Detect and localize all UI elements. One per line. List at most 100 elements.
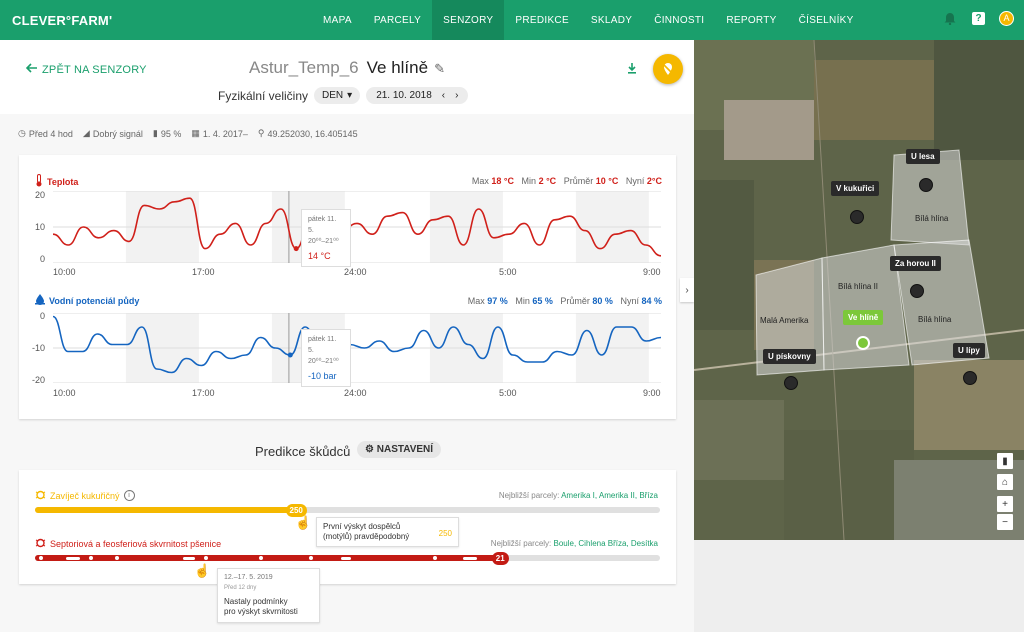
caret-down-icon: ▾	[347, 90, 353, 101]
water-xtick: 5:00	[499, 388, 517, 398]
sensor-panel: ZPĚT NA SENZORY Astur_Temp_6 Ve hlíně ✎ Fy…	[0, 40, 694, 632]
temp-ytick: 10	[34, 222, 45, 232]
date-picker[interactable]: 21. 10. 2018 ‹ ›	[366, 87, 469, 104]
map[interactable]: Bílá hlína Bílá hlína II Bílá hlína Malá…	[694, 40, 1024, 540]
nearest-fields-link[interactable]: Amerika I, Amerika II, Bříza	[561, 491, 658, 500]
temperature-hover-point[interactable]	[293, 246, 299, 252]
download-icon[interactable]	[627, 63, 637, 77]
nearest-fields-link[interactable]: Boule, Cihlena Bříza, Desítka	[554, 539, 659, 548]
timeline-dot[interactable]	[115, 556, 119, 560]
temp-xtick: 17:00	[192, 267, 215, 277]
signal: ◢ Dobrý signál	[82, 128, 143, 139]
timeline-dot[interactable]	[204, 556, 208, 560]
nav-ciselniky[interactable]: ČÍSELNÍKY	[788, 0, 865, 40]
field-label[interactable]: Bílá hlína II	[838, 282, 878, 291]
sensor-marker[interactable]	[910, 284, 924, 298]
pest-title: Septoriová a feosferiová skvrnitost pšen…	[35, 537, 221, 550]
nav-predikce[interactable]: PREDIKCE	[504, 0, 580, 40]
signal-icon: ◢	[82, 128, 90, 138]
top-bar: CLEVER°FARM' MAPA PARCELY SENZORY PREDIK…	[0, 0, 1024, 40]
period-select[interactable]: DEN ▾	[314, 87, 361, 104]
nearest-fields: Nejbližší parcely: Boule, Cihlena Bříza,…	[490, 539, 659, 548]
cursor-hand-icon: ☝	[194, 563, 211, 578]
sensor-marker[interactable]	[850, 210, 864, 224]
nav-mapa[interactable]: MAPA	[312, 0, 363, 40]
water-stats: Max 97 % Min 65 % Průměr 80 % Nyní 84 %	[467, 296, 662, 306]
sensor-marker[interactable]	[919, 178, 933, 192]
logo[interactable]: CLEVER°FARM'	[12, 13, 302, 28]
marker-label[interactable]: V kukuřici	[831, 181, 880, 196]
nav-senzory[interactable]: SENZORY	[432, 0, 505, 40]
bell-icon[interactable]	[942, 10, 958, 26]
nav-parcely[interactable]: PARCELY	[363, 0, 432, 40]
pest-progress-badge[interactable]: 21	[491, 552, 509, 565]
help-icon[interactable]: ?	[972, 11, 985, 25]
prediction-card: Zavíječ kukuřičný i Nejbližší parcely: A…	[19, 470, 676, 623]
timeline-dash[interactable]	[341, 556, 351, 560]
timeline-dot[interactable]	[89, 556, 93, 560]
marker-label-active[interactable]: Ve hlíně	[843, 310, 884, 325]
pest-progress-fill	[35, 507, 298, 513]
home-icon[interactable]: ⌂	[997, 474, 1013, 490]
sensor-marker-active[interactable]	[856, 336, 870, 350]
temp-xtick: 9:00	[643, 267, 661, 277]
pencil-icon[interactable]: ✎	[434, 61, 445, 77]
nearest-fields: Nejbližší parcely: Amerika I, Amerika II…	[498, 491, 658, 500]
water-ytick: -10	[31, 343, 45, 353]
sensor-info-row: ◷ Před 4 hod ◢ Dobrý signál ▮ 95 % ▦ 1. 4. 2…	[18, 128, 358, 139]
temp-xtick: 5:00	[499, 267, 517, 277]
timeline-dash[interactable]	[66, 556, 80, 560]
water-drop-icon	[35, 294, 45, 307]
field-label[interactable]: Bílá hlína	[918, 315, 951, 324]
zoom-in-button[interactable]: +	[997, 496, 1013, 512]
marker-label[interactable]: U lesa	[906, 149, 940, 164]
zoom-out-button[interactable]: −	[997, 514, 1013, 530]
back-link[interactable]: ZPĚT NA SENZORY	[25, 63, 147, 76]
water-potential-chart[interactable]	[53, 313, 661, 383]
temperature-chart[interactable]	[53, 191, 661, 263]
temp-chart-title: Teplota	[35, 174, 78, 189]
temp-ytick: 20	[34, 190, 45, 200]
sensor-marker[interactable]	[963, 371, 977, 385]
marker-label[interactable]: U pískovny	[763, 349, 816, 364]
last-seen: ◷ Před 4 hod	[18, 128, 73, 139]
settings-button[interactable]: ⚙ NASTAVENÍ	[357, 441, 442, 458]
timeline-dash[interactable]	[183, 556, 195, 560]
timeline-dot[interactable]	[39, 556, 43, 560]
map-footer-area	[694, 540, 1024, 632]
temp-stats: Max 18 °C Min 2 °C Průměr 10 °C Nyní 2°C	[471, 176, 662, 186]
period-value: DEN	[322, 90, 344, 101]
timeline-dot[interactable]	[309, 556, 313, 560]
charts-card: Teplota Max 18 °C Min 2 °C Průměr 10 °C …	[19, 155, 676, 419]
collapse-panel-button[interactable]: ›	[680, 278, 694, 302]
water-hover-point[interactable]	[287, 352, 293, 358]
timeline-dot[interactable]	[259, 556, 263, 560]
since: ▦ 1. 4. 2017–	[191, 128, 248, 139]
marker-label[interactable]: U lípy	[953, 343, 985, 358]
sensor-header: ZPĚT NA SENZORY Astur_Temp_6 Ve hlíně ✎ Fy…	[0, 40, 694, 114]
field-label[interactable]: Malá Amerika	[760, 316, 808, 325]
info-icon[interactable]: i	[123, 490, 135, 501]
timeline-dot[interactable]	[433, 556, 437, 560]
field-label[interactable]: Bílá hlína	[915, 214, 948, 223]
calendar-icon: ▦	[191, 128, 200, 138]
marker-label[interactable]: Za horou II	[890, 256, 941, 271]
location-off-button[interactable]	[653, 54, 683, 84]
nav-cinnosti[interactable]: ČINNOSTI	[643, 0, 715, 40]
water-ytick: -20	[31, 375, 45, 385]
map-layers-icon[interactable]: ▮	[997, 453, 1013, 469]
nav-sklady[interactable]: SKLADY	[580, 0, 643, 40]
chevron-left-icon[interactable]: ‹	[442, 90, 445, 101]
chevron-right-icon[interactable]: ›	[455, 90, 458, 101]
temp-ytick: 0	[39, 254, 45, 264]
date-value[interactable]: 21. 10. 2018	[376, 90, 432, 101]
chevron-right-icon: ›	[685, 284, 689, 296]
timeline-dash[interactable]	[463, 556, 477, 560]
sensor-marker[interactable]	[784, 376, 798, 390]
nav-reporty[interactable]: REPORTY	[715, 0, 787, 40]
avatar[interactable]: A	[999, 10, 1014, 26]
temp-xtick: 10:00	[53, 267, 76, 277]
page-title: Astur_Temp_6 Ve hlíně ✎	[249, 58, 445, 78]
cursor-hand-icon: ☝	[295, 515, 312, 530]
top-icons: ? A	[942, 10, 1014, 26]
